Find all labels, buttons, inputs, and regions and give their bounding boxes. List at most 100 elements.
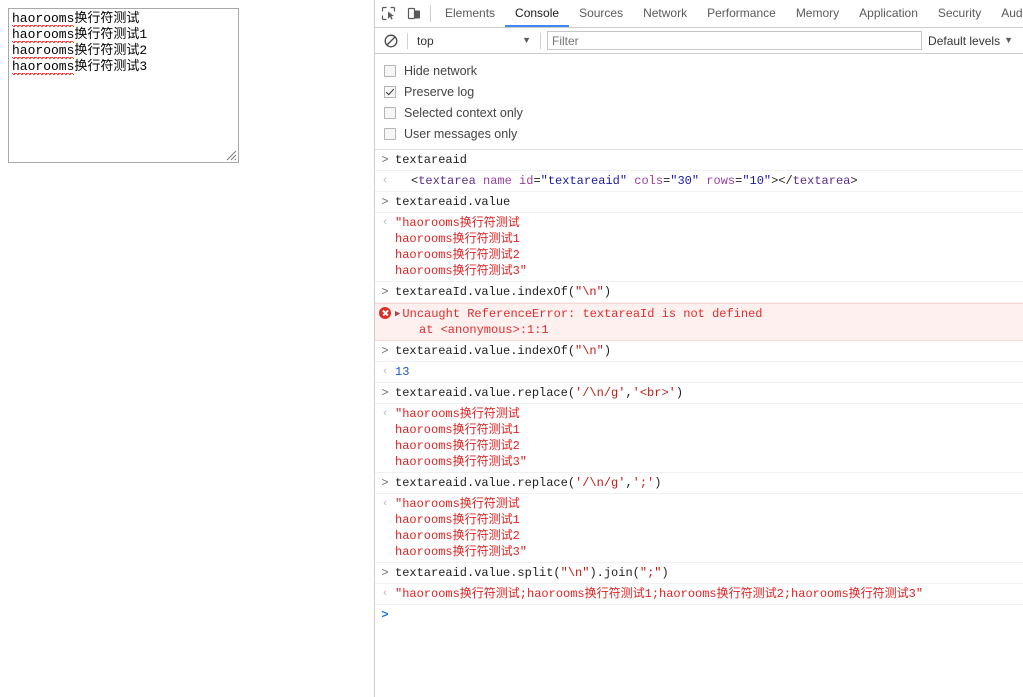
tab-label: Sources [579, 5, 624, 20]
web-page-pane: haorooms换行符测试 haorooms换行符测试1 haorooms换行符测试… [0, 0, 373, 697]
console-input-text: textareaid.value.split("\n").join(";") [395, 565, 1023, 581]
checkbox-label: Hide network [404, 63, 477, 78]
console-filter-bar: top ▼ Default levels ▼ [375, 28, 1023, 54]
checkbox-unchecked-icon[interactable] [384, 64, 396, 77]
clear-console-icon[interactable] [379, 29, 403, 53]
console-log[interactable]: > textareaid ‹ <textarea name id="textareai… [375, 150, 1023, 625]
code-token: ) [603, 344, 612, 358]
checkbox-row-preserve-log[interactable]: Preserve log [384, 81, 1023, 102]
string-result: "haorooms换行符测试 haorooms换行符测试1 haorooms换行… [395, 497, 528, 559]
tab-label: Network [643, 5, 688, 20]
code-token: ) [654, 476, 662, 490]
checkbox-label: User messages only [404, 126, 518, 141]
console-error-row[interactable]: ▶ Uncaught ReferenceError: textareaId is … [375, 303, 1023, 341]
tab-application[interactable]: Application [849, 0, 928, 27]
textarea-resize-grip[interactable] [224, 148, 237, 161]
console-input-text: textareaid.value.replace('/\n/g','<br>') [395, 385, 1023, 401]
devtools-tabs: Elements Console Sources Network Performance… [435, 0, 1023, 27]
inspect-element-icon[interactable] [375, 0, 401, 27]
tab-sources[interactable]: Sources [569, 0, 633, 27]
checkbox-row-user-messages-only[interactable]: User messages only [384, 123, 1023, 144]
tab-label: Elements [445, 5, 496, 20]
code-token: ) [661, 566, 669, 580]
code-token: "\n" [575, 285, 604, 299]
code-token: textareaid.value.replace( [395, 386, 576, 400]
code-token: textareaid.value.split( [395, 566, 561, 580]
code-token: textareaid [395, 153, 468, 167]
tab-aud[interactable]: Aud [991, 0, 1023, 27]
console-input-row[interactable]: > textareaid.value.replace('/\n/g',';') [375, 473, 1023, 494]
textarea-line-text: 换行符测试3 [74, 59, 148, 74]
error-message: Uncaught ReferenceError: textareaId is n… [402, 307, 763, 321]
code-token: ).join( [589, 566, 640, 580]
string-result: "haorooms换行符测试 haorooms换行符测试1 haorooms换行… [395, 407, 528, 469]
device-toolbar-icon[interactable] [401, 0, 427, 27]
expand-triangle-icon[interactable]: ▶ [395, 306, 400, 322]
filter-input[interactable] [547, 31, 923, 50]
tab-label: Aud [1001, 5, 1023, 20]
textarea-line-text: 换行符测试2 [74, 43, 148, 58]
checkbox-unchecked-icon[interactable] [384, 106, 396, 119]
console-input-row[interactable]: > textareaid.value.indexOf("\n") [375, 341, 1023, 362]
tab-label: Application [859, 5, 918, 20]
tab-memory[interactable]: Memory [786, 0, 849, 27]
console-output-html: <textarea name id="textareaid" cols="30"… [395, 173, 1023, 189]
console-output-row[interactable]: ‹ "haorooms换行符测试 haorooms换行符测试1 haorooms换… [375, 404, 1023, 473]
code-token: "\n" [560, 566, 590, 580]
code-token: '/\n/g' [575, 386, 626, 400]
tab-performance[interactable]: Performance [697, 0, 786, 27]
console-output-row[interactable]: ‹ "haorooms换行符测试;haorooms换行符测试1;haorooms换… [375, 584, 1023, 605]
console-output-row[interactable]: ‹ "haorooms换行符测试 haorooms换行符测试1 haorooms换… [375, 494, 1023, 563]
output-marker-icon: ‹ [381, 498, 389, 510]
execution-context-select[interactable]: top ▼ [412, 31, 536, 51]
console-input-text: textareaid [395, 152, 1023, 168]
checkbox-checked-icon[interactable] [384, 85, 396, 98]
textarea-line: haorooms换行符测试3 [12, 59, 235, 75]
checkbox-row-selected-context-only[interactable]: Selected context only [384, 102, 1023, 123]
console-prompt-row[interactable]: > [375, 605, 1023, 625]
code-token: '<br>' [632, 386, 676, 400]
log-levels-label: Default levels [928, 33, 1001, 48]
tab-label: Console [515, 5, 560, 20]
console-input-row[interactable]: > textareaid.value.replace('/\n/g','<br>'… [375, 383, 1023, 404]
textarea-field[interactable]: haorooms换行符测试 haorooms换行符测试1 haorooms换行符测试… [8, 8, 239, 163]
code-token: textareaid.value.indexOf( [395, 344, 576, 358]
output-marker-icon: ‹ [381, 175, 389, 187]
console-input-text: textareaid.value.indexOf("\n") [395, 343, 1023, 359]
console-input-row[interactable]: > textareaid.value.split("\n").join(";") [375, 563, 1023, 584]
code-token: ) [603, 285, 612, 299]
code-token: cols [634, 174, 664, 188]
tab-security[interactable]: Security [928, 0, 991, 27]
tab-elements[interactable]: Elements [435, 0, 505, 27]
console-input-text: textareaId.value.indexOf("\n") [395, 284, 1023, 300]
code-token: "\n" [575, 344, 604, 358]
console-output-string: "haorooms换行符测试 haorooms换行符测试1 haorooms换行… [395, 215, 1023, 279]
html-element-result[interactable]: <textarea name id="textareaid" cols="30"… [395, 173, 1017, 189]
code-token: id [519, 174, 534, 188]
checkbox-label: Selected context only [404, 105, 523, 120]
console-output-row[interactable]: ‹ <textarea name id="textareaid" cols="30… [375, 171, 1023, 192]
tab-console[interactable]: Console [505, 0, 570, 27]
input-marker-icon: > [381, 195, 389, 209]
code-token: = [533, 174, 541, 188]
tab-network[interactable]: Network [633, 0, 697, 27]
console-output-row[interactable]: ‹ 13 [375, 362, 1023, 383]
number-result: 13 [395, 365, 410, 379]
checkbox-row-hide-network[interactable]: Hide network [384, 60, 1023, 81]
console-input-row[interactable]: > textareaId.value.indexOf("\n") [375, 282, 1023, 303]
textarea-line: haorooms换行符测试1 [12, 27, 235, 43]
console-output-row[interactable]: ‹ "haorooms换行符测试 haorooms换行符测试1 haorooms换… [375, 213, 1023, 282]
textarea-line: haorooms换行符测试 [12, 11, 235, 27]
console-input-row[interactable]: > textareaid [375, 150, 1023, 171]
code-token: "30" [670, 174, 700, 188]
code-token: , [625, 386, 633, 400]
code-token: ></ [771, 174, 793, 188]
output-marker-icon: ‹ [381, 217, 389, 229]
code-token: textarea [792, 174, 851, 188]
log-levels-select[interactable]: Default levels ▼ [926, 34, 1019, 48]
output-marker-icon: ‹ [381, 408, 389, 420]
checkbox-unchecked-icon[interactable] [384, 127, 396, 140]
code-token: ) [675, 386, 684, 400]
console-input-row[interactable]: > textareaid.value [375, 192, 1023, 213]
